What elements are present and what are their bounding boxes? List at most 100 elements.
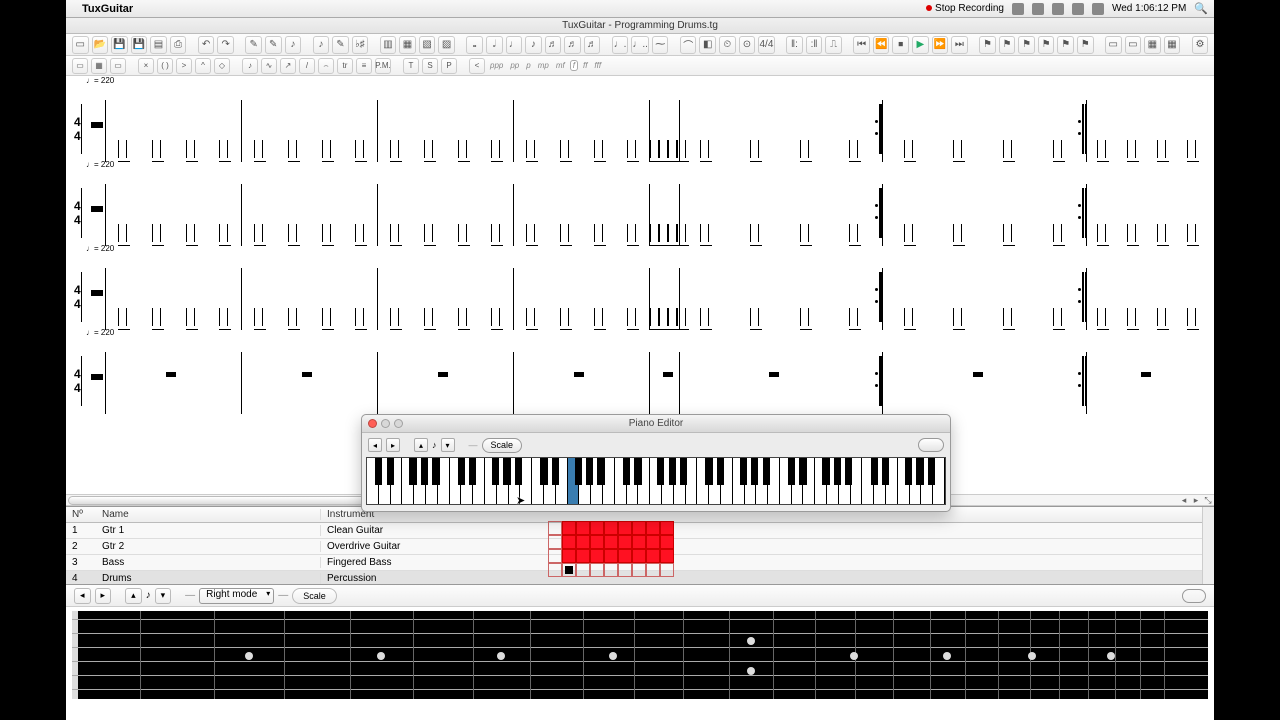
piano-key[interactable]: [851, 458, 862, 504]
dyn-ppp[interactable]: ppp: [488, 61, 505, 70]
piano-key[interactable]: [650, 458, 662, 504]
measure-cell[interactable]: [562, 521, 576, 535]
piano-key[interactable]: [615, 458, 627, 504]
layout-1-button[interactable]: ▥: [380, 36, 397, 54]
tuplet-button[interactable]: ⁓: [652, 36, 669, 54]
piano-key[interactable]: [556, 458, 568, 504]
dyn-ff[interactable]: ff: [581, 61, 589, 70]
print-button[interactable]: ⎙: [170, 36, 187, 54]
repeat-close-button[interactable]: :‖: [806, 36, 823, 54]
piano-key[interactable]: [662, 458, 674, 504]
measure-cell[interactable]: [590, 521, 604, 535]
piano-key[interactable]: [674, 458, 686, 504]
measure-cell[interactable]: [660, 563, 674, 577]
sharp-flat-button[interactable]: ♭♯: [352, 36, 369, 54]
measure-cell[interactable]: [618, 535, 632, 549]
thirtysecond-note-button[interactable]: ♬: [564, 36, 581, 54]
sixtyfourth-note-button[interactable]: ♬: [584, 36, 601, 54]
view-fretboard-button[interactable]: ▭: [1105, 36, 1122, 54]
measure-cell[interactable]: [576, 563, 590, 577]
text-button[interactable]: T: [403, 58, 419, 74]
piano-key[interactable]: [450, 458, 462, 504]
marker-prev-button[interactable]: ⚑: [1038, 36, 1055, 54]
dyn-mf[interactable]: mf: [554, 61, 567, 70]
grace-button[interactable]: ♪: [242, 58, 258, 74]
dotted-button[interactable]: ♩.: [612, 36, 629, 54]
piano-key[interactable]: [910, 458, 922, 504]
layout-2-button[interactable]: ▦: [399, 36, 416, 54]
piano-key[interactable]: [721, 458, 733, 504]
piano-key[interactable]: [509, 458, 521, 504]
trill-button[interactable]: tr: [337, 58, 353, 74]
measure-cell[interactable]: [632, 535, 646, 549]
transport-last-button[interactable]: ⏭: [951, 36, 968, 54]
measure-cell[interactable]: [632, 521, 646, 535]
measure-cell[interactable]: [604, 549, 618, 563]
tempo-button[interactable]: ⊙: [739, 36, 756, 54]
piano-key[interactable]: [780, 458, 792, 504]
note-tool-2[interactable]: ✎: [332, 36, 349, 54]
staccato-button[interactable]: S: [422, 58, 438, 74]
fret-prev-button[interactable]: ◂: [74, 588, 91, 604]
ghost-note-button[interactable]: ( ): [157, 58, 173, 74]
fretboard[interactable]: [72, 611, 1208, 699]
piano-key[interactable]: [379, 458, 391, 504]
harmonic-button[interactable]: ◇: [214, 58, 230, 74]
bend-button[interactable]: ↗: [280, 58, 296, 74]
piano-key[interactable]: [638, 458, 650, 504]
piano-key[interactable]: [709, 458, 721, 504]
view-matrix-button[interactable]: ▦: [1144, 36, 1161, 54]
piano-key[interactable]: [603, 458, 614, 504]
piano-key[interactable]: [815, 458, 827, 504]
measure-cell[interactable]: [604, 535, 618, 549]
piano-prev-button[interactable]: ◂: [368, 438, 382, 452]
measure-cell[interactable]: [548, 535, 562, 549]
measure-cell[interactable]: [618, 563, 632, 577]
piano-key[interactable]: [568, 458, 580, 504]
dyn-pp[interactable]: pp: [508, 61, 521, 70]
measure-cell[interactable]: [590, 549, 604, 563]
measure-cell[interactable]: [618, 549, 632, 563]
save-as-button[interactable]: 💾: [131, 36, 148, 54]
piano-dur-dec-button[interactable]: ▴: [414, 438, 428, 452]
transport-next-button[interactable]: ⏩: [932, 36, 949, 54]
piano-key[interactable]: [792, 458, 804, 504]
layout-4-button[interactable]: ▨: [438, 36, 455, 54]
piano-key[interactable]: [933, 458, 944, 504]
fret-next-button[interactable]: ▸: [95, 588, 112, 604]
double-dotted-button[interactable]: ♩..: [631, 36, 649, 54]
marker-last-button[interactable]: ⚑: [1077, 36, 1094, 54]
heavy-accent-button[interactable]: ^: [195, 58, 211, 74]
stop-recording-button[interactable]: Stop Recording: [926, 3, 1004, 14]
quarter-note-button[interactable]: ♩: [506, 36, 523, 54]
measure-cell[interactable]: [618, 521, 632, 535]
dyn-f[interactable]: f: [570, 60, 578, 71]
measure-cell[interactable]: [548, 549, 562, 563]
marker-first-button[interactable]: ⚑: [1018, 36, 1035, 54]
piano-keyboard[interactable]: [366, 457, 946, 505]
redo-button[interactable]: ↷: [217, 36, 234, 54]
transport-first-button[interactable]: ⏮: [853, 36, 870, 54]
piano-key[interactable]: [426, 458, 438, 504]
slide-button[interactable]: /: [299, 58, 315, 74]
fret-scale-button[interactable]: Scale: [292, 588, 337, 604]
menubar-clock[interactable]: Wed 1:06:12 PM: [1112, 3, 1186, 14]
measure-cell[interactable]: [632, 563, 646, 577]
piano-key[interactable]: [756, 458, 768, 504]
measure-cell[interactable]: [646, 535, 660, 549]
marker-next-button[interactable]: ⚑: [1057, 36, 1074, 54]
piano-key[interactable]: [803, 458, 815, 504]
piano-key[interactable]: [473, 458, 485, 504]
measure-cell[interactable]: [660, 521, 674, 535]
piano-key[interactable]: [686, 458, 697, 504]
piano-next-button[interactable]: ▸: [386, 438, 400, 452]
fx-btn-2[interactable]: ▦: [91, 58, 107, 74]
settings-button[interactable]: ⚙: [1192, 36, 1209, 54]
flag-icon[interactable]: [1092, 3, 1104, 15]
measure-cell[interactable]: [562, 563, 576, 577]
new-button[interactable]: ▭: [72, 36, 89, 54]
measure-cell[interactable]: [548, 563, 562, 577]
piano-key[interactable]: [414, 458, 426, 504]
spotlight-icon[interactable]: 🔍: [1194, 2, 1208, 15]
piano-key[interactable]: [921, 458, 933, 504]
